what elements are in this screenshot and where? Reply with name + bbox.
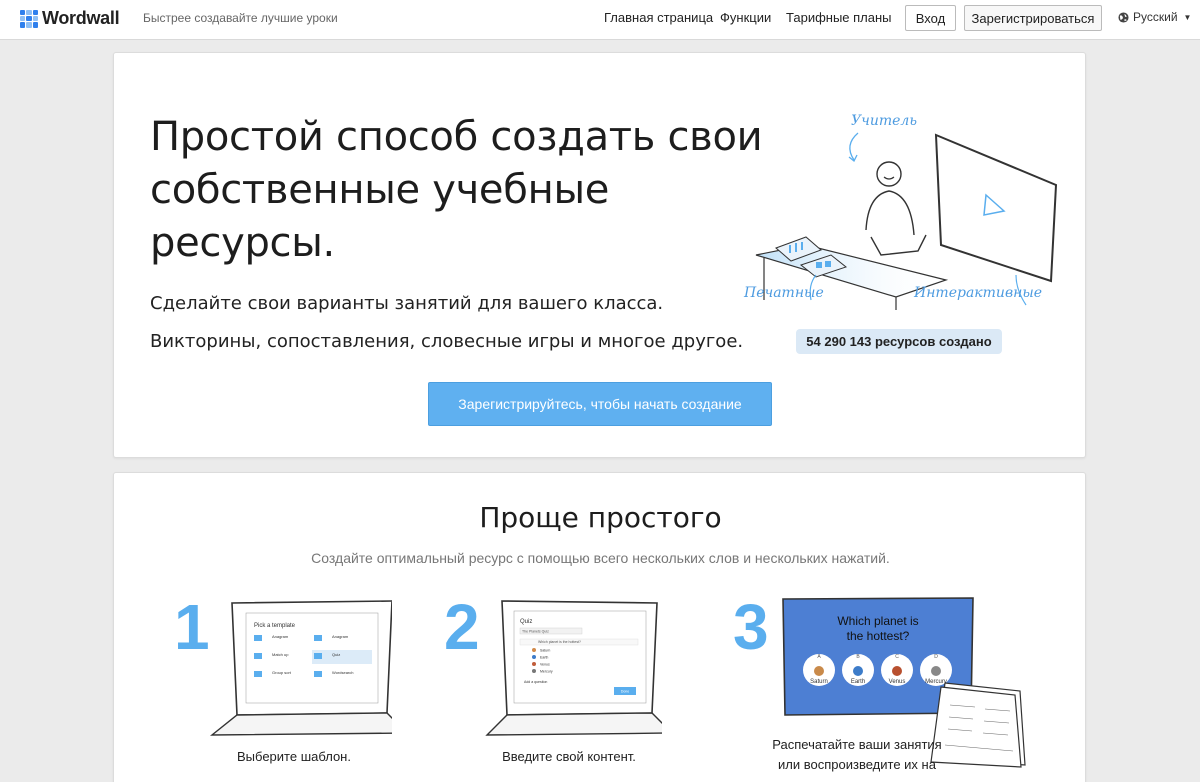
signup-cta-button[interactable]: Зарегистрируйтесь, чтобы начать создание bbox=[428, 382, 772, 426]
pick-template-heading: Pick a template bbox=[254, 623, 296, 629]
teacher-label: Учитель bbox=[851, 113, 917, 129]
nav-features-link[interactable]: Функции bbox=[720, 10, 771, 25]
svg-text:Earth: Earth bbox=[851, 679, 865, 685]
steps-title: Проще простого bbox=[479, 501, 722, 534]
steps-card: Проще простого Создайте оптимальный ресу… bbox=[113, 472, 1086, 782]
svg-text:Which planet is the hottest?: Which planet is the hottest? bbox=[538, 640, 581, 644]
laptop-template-illustration: Pick a template Anagram Anagram Match up… bbox=[209, 600, 392, 736]
svg-text:Earth: Earth bbox=[540, 656, 548, 660]
nav-home-link[interactable]: Главная страница bbox=[604, 10, 713, 25]
svg-text:Venus: Venus bbox=[540, 663, 550, 667]
laptop-content-illustration: Quiz The Planets Quiz Which planet is th… bbox=[485, 600, 662, 736]
globe-icon bbox=[1118, 11, 1129, 23]
top-navigation-bar: Wordwall Быстрее создавайте лучшие уроки… bbox=[0, 0, 1200, 40]
svg-text:C: C bbox=[895, 654, 899, 660]
svg-text:The Planets Quiz: The Planets Quiz bbox=[522, 630, 549, 634]
svg-text:Anagram: Anagram bbox=[332, 634, 349, 639]
svg-text:D: D bbox=[934, 654, 938, 660]
logo-text: Wordwall bbox=[42, 8, 120, 28]
svg-text:Group sort: Group sort bbox=[272, 670, 292, 675]
hero-title: Простой способ создать свои собственные … bbox=[150, 114, 763, 266]
steps-subtitle: Создайте оптимальный ресурс с помощью вс… bbox=[311, 550, 890, 566]
resources-count-badge: 54 290 143 ресурсов создано bbox=[796, 329, 1002, 354]
register-button[interactable]: Зарегистрироваться bbox=[964, 5, 1102, 31]
language-selector[interactable]: Русский ▼ bbox=[1118, 10, 1191, 24]
teacher-illustration: Учитель bbox=[755, 113, 1058, 310]
svg-text:Wordsearch: Wordsearch bbox=[332, 670, 354, 675]
svg-text:Venus: Venus bbox=[889, 679, 906, 685]
svg-text:Saturn: Saturn bbox=[540, 649, 550, 653]
step-caption: Введите свой контент. bbox=[502, 749, 636, 764]
chevron-down-icon: ▼ bbox=[1183, 12, 1192, 22]
wordwall-logo[interactable]: Wordwall bbox=[20, 8, 120, 29]
step-number: 3 bbox=[733, 591, 769, 663]
svg-text:Add a question: Add a question bbox=[524, 680, 547, 684]
printable-label: Печатные bbox=[744, 285, 824, 301]
language-label: Русский bbox=[1133, 10, 1178, 24]
hero-card: Простой способ создать свои собственные … bbox=[113, 52, 1086, 458]
svg-text:Which planet is: Which planet is bbox=[837, 614, 918, 628]
nav-pricing-link[interactable]: Тарифные планы bbox=[786, 10, 892, 25]
step-caption: Распечатайте ваши занятия или воспроизве… bbox=[772, 737, 942, 782]
svg-text:Anagram: Anagram bbox=[272, 634, 289, 639]
svg-text:Mercury: Mercury bbox=[540, 670, 553, 674]
tagline: Быстрее создавайте лучшие уроки bbox=[143, 11, 338, 25]
svg-text:Match up: Match up bbox=[272, 652, 289, 657]
wordwall-logo-icon bbox=[20, 9, 38, 28]
svg-text:Quiz: Quiz bbox=[332, 652, 340, 657]
step-caption: Выберите шаблон. bbox=[237, 749, 351, 764]
svg-text:Quiz: Quiz bbox=[520, 619, 532, 625]
svg-text:Done: Done bbox=[621, 690, 629, 694]
login-button[interactable]: Вход bbox=[905, 5, 956, 31]
hero-subtitle-classroom: Сделайте свои варианты занятий для вашег… bbox=[150, 293, 664, 314]
svg-text:Mercury: Mercury bbox=[925, 679, 947, 685]
interactive-label: Интерактивные bbox=[914, 285, 1043, 301]
svg-text:Saturn: Saturn bbox=[810, 679, 828, 685]
svg-text:the hottest?: the hottest? bbox=[847, 629, 910, 643]
hero-subtitle-activities: Викторины, сопоставления, словесные игры… bbox=[150, 331, 744, 352]
